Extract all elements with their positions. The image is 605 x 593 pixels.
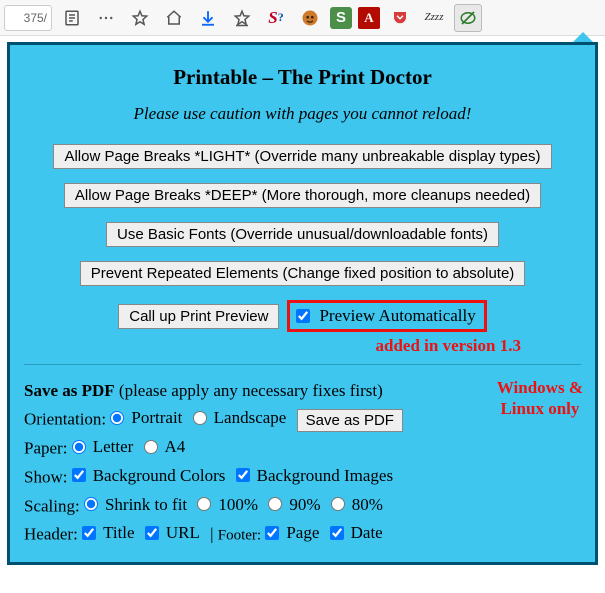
footer-label: Footer: xyxy=(218,528,261,544)
popup-wrapper: Printable – The Print Doctor Please use … xyxy=(0,36,605,572)
urlbar-text: 375/ xyxy=(24,11,47,25)
preview-auto-label[interactable]: Preview Automatically xyxy=(287,300,486,332)
platform-note-line2: Linux only xyxy=(500,399,579,418)
save-pdf-button[interactable]: Save as PDF xyxy=(297,409,403,432)
show-label: Show: xyxy=(24,467,67,486)
preview-auto-text: Preview Automatically xyxy=(319,306,475,326)
added-note: added in version 1.3 xyxy=(24,336,581,356)
more-icon[interactable] xyxy=(92,4,120,32)
reader-mode-icon[interactable] xyxy=(58,4,86,32)
header-label: Header: xyxy=(24,525,78,544)
save-pdf-note: (please apply any necessary fixes first) xyxy=(119,381,383,400)
preview-auto-checkbox[interactable] xyxy=(296,309,310,323)
basic-fonts-button[interactable]: Use Basic Fonts (Override unusual/downlo… xyxy=(106,222,499,247)
page-option[interactable]: Page xyxy=(265,519,319,546)
scale100-option[interactable]: 100% xyxy=(197,491,258,518)
pocket-icon[interactable] xyxy=(386,4,414,32)
print-preview-button[interactable]: Call up Print Preview xyxy=(118,304,279,329)
scale80-radio[interactable] xyxy=(331,497,345,511)
hf-divider: | xyxy=(210,525,218,544)
date-option[interactable]: Date xyxy=(330,519,383,546)
date-checkbox[interactable] xyxy=(330,526,344,540)
sleep-icon[interactable]: Zzzz xyxy=(420,4,448,32)
a4-radio[interactable] xyxy=(144,440,158,454)
bgimages-checkbox[interactable] xyxy=(236,468,250,482)
shrink-radio[interactable] xyxy=(84,497,98,511)
letter-option[interactable]: Letter xyxy=(72,433,134,460)
orientation-label: Orientation: xyxy=(24,410,106,429)
deep-breaks-button[interactable]: Allow Page Breaks *DEEP* (More thorough,… xyxy=(64,183,541,208)
panel-title: Printable – The Print Doctor xyxy=(24,65,581,90)
title-checkbox[interactable] xyxy=(82,526,96,540)
download-icon[interactable] xyxy=(194,4,222,32)
popup-pointer xyxy=(573,32,593,42)
paper-label: Paper: xyxy=(24,439,67,458)
bgimages-option[interactable]: Background Images xyxy=(236,462,393,489)
bgcolors-checkbox[interactable] xyxy=(72,468,86,482)
scale100-radio[interactable] xyxy=(197,497,211,511)
warning-text: Please use caution with pages you cannot… xyxy=(24,104,581,124)
stylish-icon[interactable]: S? xyxy=(262,4,290,32)
save-pdf-header: Save as PDF xyxy=(24,381,115,400)
title-option[interactable]: Title xyxy=(82,519,135,546)
session-icon[interactable]: S xyxy=(330,7,352,29)
portrait-radio[interactable] xyxy=(110,411,124,425)
bookmark-shortcut-icon[interactable] xyxy=(228,4,256,32)
light-breaks-button[interactable]: Allow Page Breaks *LIGHT* (Override many… xyxy=(53,144,551,169)
url-option[interactable]: URL xyxy=(145,519,200,546)
shrink-option[interactable]: Shrink to fit xyxy=(84,491,187,518)
letter-radio[interactable] xyxy=(72,440,86,454)
url-checkbox[interactable] xyxy=(145,526,159,540)
home-icon[interactable] xyxy=(160,4,188,32)
urlbar-fragment[interactable]: 375/ xyxy=(4,5,52,31)
landscape-option[interactable]: Landscape xyxy=(193,404,287,431)
scale90-option[interactable]: 90% xyxy=(268,491,320,518)
scale90-radio[interactable] xyxy=(268,497,282,511)
prevent-repeated-button[interactable]: Prevent Repeated Elements (Change fixed … xyxy=(80,261,526,286)
bookmark-star-icon[interactable] xyxy=(126,4,154,32)
page-checkbox[interactable] xyxy=(265,526,279,540)
printable-panel: Printable – The Print Doctor Please use … xyxy=(7,42,598,565)
landscape-radio[interactable] xyxy=(193,411,207,425)
portrait-option[interactable]: Portrait xyxy=(110,404,182,431)
tampermonkey-icon[interactable] xyxy=(296,4,324,32)
platform-note: Windows & Linux only xyxy=(497,377,583,420)
a4-option[interactable]: A4 xyxy=(144,433,186,460)
browser-toolbar: 375/ S? S A Zzzz xyxy=(0,0,605,36)
scaling-label: Scaling: xyxy=(24,496,80,515)
scale80-option[interactable]: 80% xyxy=(331,491,383,518)
printable-extension-icon[interactable] xyxy=(454,4,482,32)
separator xyxy=(24,364,581,365)
platform-note-line1: Windows & xyxy=(497,378,583,397)
pdf-section: Windows & Linux only Save as PDF (please… xyxy=(24,377,581,548)
acrobat-icon[interactable]: A xyxy=(358,7,380,29)
bgcolors-option[interactable]: Background Colors xyxy=(72,462,226,489)
